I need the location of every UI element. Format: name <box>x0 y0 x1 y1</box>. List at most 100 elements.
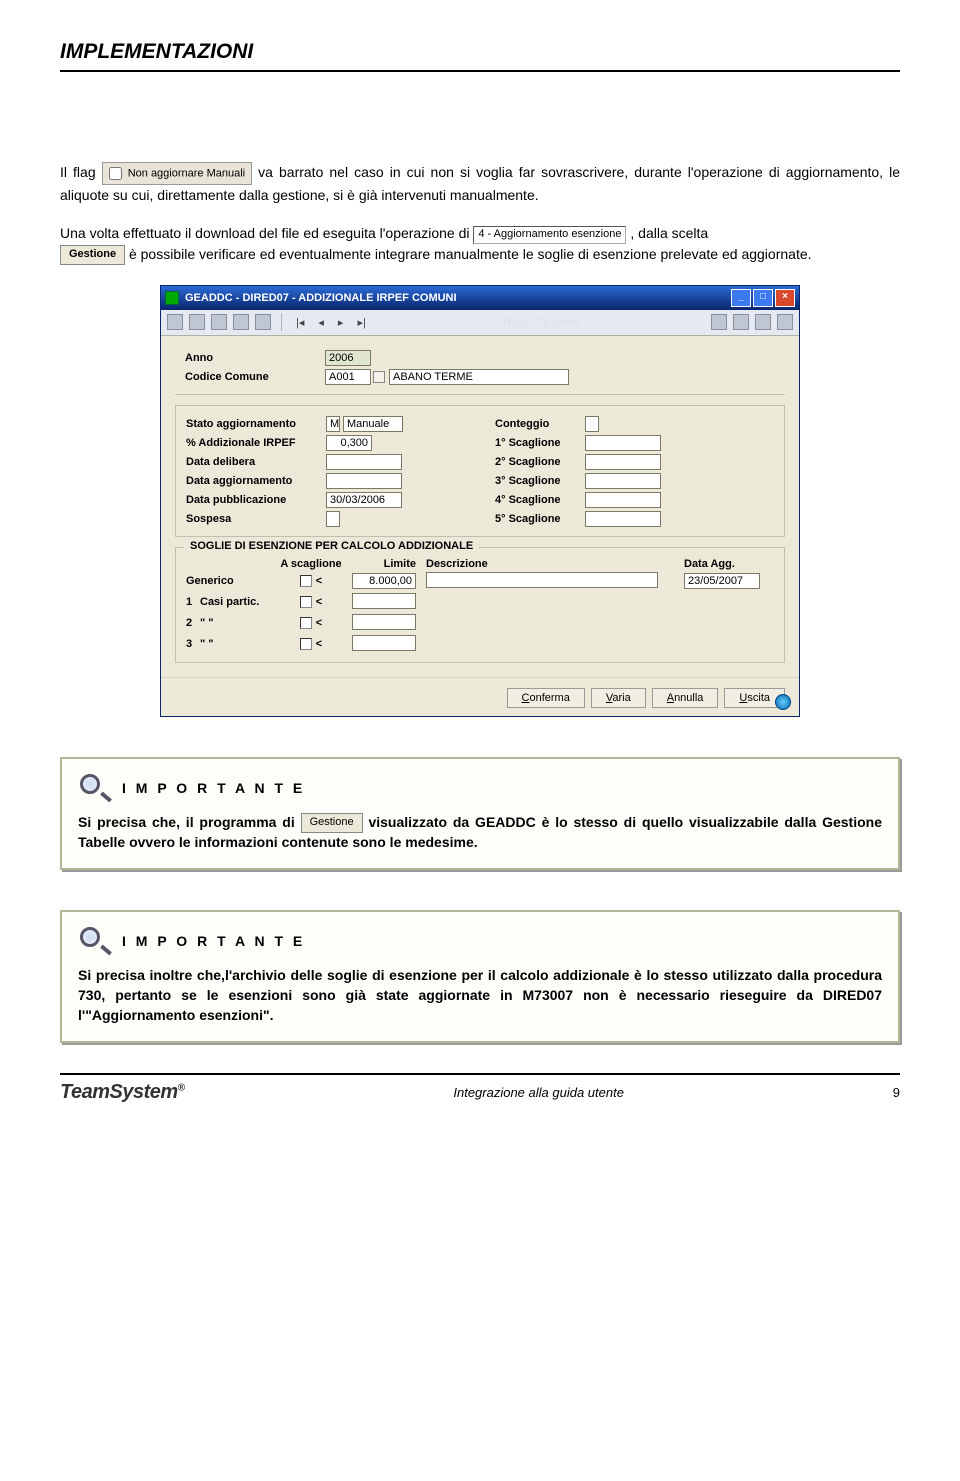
ascagl-checkbox[interactable] <box>300 638 312 650</box>
input-s1[interactable] <box>585 435 661 451</box>
input-s3[interactable] <box>585 473 661 489</box>
tb-icon-r2[interactable] <box>733 314 749 330</box>
head-limite: Limite <box>346 558 426 570</box>
paragraph-1: Il flag Non aggiornare Manuali va barrat… <box>60 162 900 205</box>
nav-first[interactable]: |◂ <box>292 316 308 329</box>
importante-box-2: I M P O R T A N T E Si precisa inoltre c… <box>60 910 900 1043</box>
imp1-a: Si precisa che, il programma di <box>78 814 301 830</box>
importante-title-1: I M P O R T A N T E <box>122 780 305 796</box>
titlebar: GEADDC - DIRED07 - ADDIZIONALE IRPEF COM… <box>161 286 799 310</box>
head-descr: Descrizione <box>426 558 684 570</box>
soglie-header: A scaglione Limite Descrizione Data Agg. <box>186 558 774 570</box>
input-perc[interactable]: 0,300 <box>326 435 372 451</box>
label-s4: 4° Scaglione <box>495 494 585 506</box>
flag-non-aggiornare-manuali[interactable]: Non aggiornare Manuali <box>102 162 252 185</box>
ascagl-checkbox[interactable] <box>300 596 312 608</box>
input-aggio[interactable] <box>326 473 402 489</box>
limite-field[interactable] <box>352 635 416 651</box>
label-perc: % Addizionale IRPEF <box>186 437 326 449</box>
toolbar-brand: TeamSystem <box>376 315 705 329</box>
para2-a: Una volta effettuato il download del fil… <box>60 225 473 241</box>
label-delibera: Data delibera <box>186 456 326 468</box>
para2-b: , dalla scelta <box>630 225 708 241</box>
ascagl-checkbox[interactable] <box>300 617 312 629</box>
input-sospesa[interactable] <box>326 511 340 527</box>
maximize-button[interactable]: □ <box>753 289 773 307</box>
label-stato: Stato aggiornamento <box>186 418 326 430</box>
tb-icon-r3[interactable] <box>755 314 771 330</box>
importante-title-2: I M P O R T A N T E <box>122 933 305 949</box>
group-soglie-title: SOGLIE DI ESENZIONE PER CALCOLO ADDIZION… <box>184 540 479 552</box>
tb-icon-1[interactable] <box>167 314 183 330</box>
magnifier-icon <box>78 773 112 803</box>
input-anno[interactable]: 2006 <box>325 350 371 366</box>
operazione-field[interactable]: 4 - Aggiornamento esenzione <box>473 226 626 244</box>
input-pubbl[interactable]: 30/03/2006 <box>326 492 402 508</box>
logo: TeamSystem® <box>60 1081 185 1104</box>
input-stato-code[interactable]: M <box>326 416 340 432</box>
window-title: GEADDC - DIRED07 - ADDIZIONALE IRPEF COM… <box>185 292 457 304</box>
tb-icon-2[interactable] <box>189 314 205 330</box>
para1-pre: Il flag <box>60 164 102 180</box>
head-data: Data Agg. <box>684 558 774 570</box>
dataagg-field[interactable]: 23/05/2007 <box>684 573 760 589</box>
label-anno: Anno <box>185 352 325 364</box>
head-ascagl: A scaglione <box>276 558 346 570</box>
magnifier-icon <box>78 926 112 956</box>
close-button[interactable]: × <box>775 289 795 307</box>
label-sospesa: Sospesa <box>186 513 326 525</box>
header-rule <box>60 70 900 72</box>
footer-rule <box>60 1073 900 1075</box>
soglie-row: 3" "< <box>186 635 774 654</box>
limite-field[interactable] <box>352 614 416 630</box>
flag-label: Non aggiornare Manuali <box>128 167 245 179</box>
footer-center: Integrazione alla guida utente <box>453 1085 624 1100</box>
varia-button[interactable]: Varia <box>591 688 646 708</box>
label-pubbl: Data pubblicazione <box>186 494 326 506</box>
toolbar: |◂ ◂ ▸ ▸| TeamSystem <box>161 310 799 336</box>
nav-next[interactable]: ▸ <box>334 316 348 329</box>
tb-icon-r1[interactable] <box>711 314 727 330</box>
label-codice: Codice Comune <box>185 371 325 383</box>
label-s2: 2° Scaglione <box>495 456 585 468</box>
flag-checkbox[interactable] <box>109 167 122 180</box>
footer: TeamSystem® Integrazione alla guida uten… <box>60 1081 900 1104</box>
input-comune[interactable]: ABANO TERME <box>389 369 569 385</box>
app-window: GEADDC - DIRED07 - ADDIZIONALE IRPEF COM… <box>160 285 800 717</box>
label-aggio: Data aggiornamento <box>186 475 326 487</box>
annulla-button[interactable]: Annulla <box>652 688 719 708</box>
nav-last[interactable]: ▸| <box>353 316 369 329</box>
gestione-button-box[interactable]: Gestione <box>301 813 363 832</box>
gestione-button-inline[interactable]: Gestione <box>60 245 125 265</box>
limite-field[interactable] <box>352 593 416 609</box>
input-s4[interactable] <box>585 492 661 508</box>
tb-icon-5[interactable] <box>255 314 271 330</box>
soglie-row: Generico<8.000,0023/05/2007 <box>186 572 774 591</box>
page-number: 9 <box>893 1085 900 1100</box>
soglie-row: 1Casi partic.< <box>186 593 774 612</box>
descr-field[interactable] <box>426 572 658 588</box>
tb-icon-3[interactable] <box>211 314 227 330</box>
input-stato-desc: Manuale <box>343 416 403 432</box>
input-conteggio[interactable] <box>585 416 599 432</box>
input-s2[interactable] <box>585 454 661 470</box>
tb-icon-r4[interactable] <box>777 314 793 330</box>
input-s5[interactable] <box>585 511 661 527</box>
input-delibera[interactable] <box>326 454 402 470</box>
label-s5: 5° Scaglione <box>495 513 585 525</box>
conferma-button[interactable]: Conferma <box>507 688 585 708</box>
lookup-icon[interactable] <box>373 371 385 383</box>
status-icon <box>775 694 791 710</box>
nav-prev[interactable]: ◂ <box>314 316 328 329</box>
label-s3: 3° Scaglione <box>495 475 585 487</box>
page-header: IMPLEMENTAZIONI <box>60 40 900 64</box>
ascagl-checkbox[interactable] <box>300 575 312 587</box>
importante-box-1: I M P O R T A N T E Si precisa che, il p… <box>60 757 900 871</box>
para2-c: è possibile verificare ed eventualmente … <box>129 246 812 262</box>
tb-icon-4[interactable] <box>233 314 249 330</box>
limite-field[interactable]: 8.000,00 <box>352 573 416 589</box>
paragraph-2: Una volta effettuato il download del fil… <box>60 223 900 265</box>
minimize-button[interactable]: _ <box>731 289 751 307</box>
soglie-row: 2" "< <box>186 614 774 633</box>
input-codice[interactable]: A001 <box>325 369 371 385</box>
